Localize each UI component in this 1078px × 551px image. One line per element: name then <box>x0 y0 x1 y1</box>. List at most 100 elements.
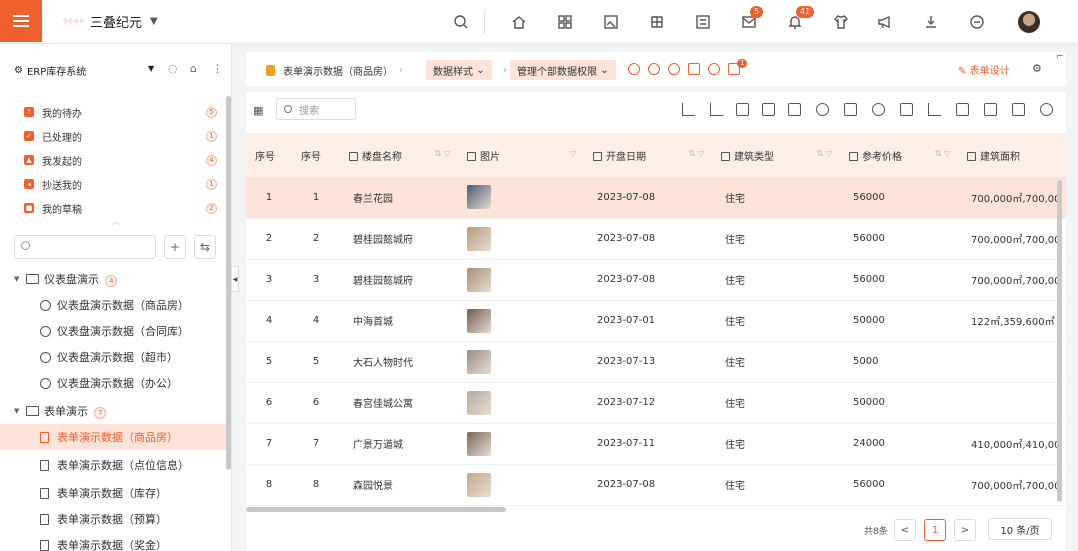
share-icon[interactable] <box>956 103 969 116</box>
sidebar-collapse-button[interactable]: ◀ <box>231 266 239 292</box>
filter-icon[interactable]: ▽ <box>570 149 576 158</box>
system-switcher[interactable]: ⚙ ERP库存系统 ▼ ◌ ⌂ ⋮ <box>0 44 231 96</box>
puzzle-icon[interactable] <box>648 13 666 31</box>
menu-search-input[interactable] <box>14 235 156 259</box>
estate-thumbnail[interactable] <box>467 431 491 456</box>
message-icon[interactable]: 5 <box>740 6 764 31</box>
estate-thumbnail[interactable] <box>467 185 491 210</box>
table-row[interactable]: 5 5 大石人物时代 2023-07-13 住宅 5000 <box>246 341 1066 383</box>
todo-item-processed[interactable]: ✓ 已处理的 1 <box>0 124 231 148</box>
column-header[interactable]: 开盘日期 ⇅ ▽ <box>584 133 712 177</box>
tree-item[interactable]: 表单演示数据（点位信息） <box>0 452 226 478</box>
chart-icon[interactable] <box>688 63 700 75</box>
sort-filter-icon[interactable]: ⇅ ▽ <box>817 149 832 158</box>
table-row[interactable]: 8 8 森园悦景 2023-07-08 住宅 56000 700,000㎡,700,00 <box>246 464 1066 506</box>
filter-icon[interactable] <box>682 103 695 116</box>
estate-thumbnail[interactable] <box>467 226 491 251</box>
tree-item-active[interactable]: 表单演示数据（商品房） <box>0 424 226 450</box>
estate-thumbnail[interactable] <box>467 472 491 497</box>
column-header[interactable]: 序号 <box>246 133 292 177</box>
user-avatar[interactable] <box>1018 11 1040 33</box>
estate-thumbnail[interactable] <box>467 308 491 333</box>
todo-item-cc[interactable]: ◂ 抄送我的 1 <box>0 172 231 196</box>
column-header[interactable]: 图片 ▽ <box>458 133 584 177</box>
table-search-input[interactable]: 搜索 <box>276 98 356 120</box>
app-switcher[interactable]: ◦◦◦◦ 三叠纪元 ▼ <box>62 12 158 31</box>
image-icon[interactable] <box>602 13 620 31</box>
table-row[interactable]: 2 2 碧桂园懿城府 2023-07-08 住宅 56000 700,000㎡,700,00 <box>246 218 1066 260</box>
search-icon[interactable] <box>452 13 470 31</box>
column-header[interactable]: 建筑类型 ⇅ ▽ <box>712 133 840 177</box>
grid-icon[interactable]: ▦ <box>253 104 263 117</box>
print-icon[interactable] <box>984 103 997 116</box>
menu-toggle-button[interactable] <box>0 0 42 42</box>
tree-item[interactable]: 仪表盘演示数据（商品房） <box>0 292 226 318</box>
shirt-icon[interactable] <box>832 13 850 31</box>
line-chart-icon[interactable] <box>928 103 941 116</box>
collapse-up-icon[interactable]: ︿ <box>112 216 120 227</box>
corner-pin-icon[interactable]: ⌐ <box>1056 52 1064 62</box>
table-vertical-scrollbar[interactable] <box>1057 180 1062 502</box>
home-icon[interactable]: ⌂ <box>190 62 197 75</box>
table-horizontal-scrollbar[interactable] <box>246 507 506 512</box>
tree-item[interactable]: 表单演示数据（预算） <box>0 506 226 532</box>
permission-dropdown[interactable]: 管理个部数据权限 ⌄ <box>510 60 616 80</box>
next-page-button[interactable]: > <box>954 518 976 542</box>
megaphone-icon[interactable] <box>876 13 894 31</box>
table-row[interactable]: 4 4 中海首城 2023-07-01 住宅 50000 122㎡,359,600㎡ <box>246 300 1066 342</box>
refresh-icon[interactable]: ◌ <box>168 62 178 75</box>
list-icon[interactable] <box>736 103 749 116</box>
column-header[interactable]: 参考价格 ⇅ ▽ <box>840 133 958 177</box>
table-row[interactable]: 1 1 春兰花园 2023-07-08 住宅 56000 700,000㎡,700,00 <box>246 177 1066 219</box>
target-icon[interactable] <box>628 63 640 75</box>
sort-icon[interactable] <box>710 103 723 116</box>
table-row[interactable]: 6 6 春宫佳城公寓 2023-07-12 住宅 50000 <box>246 382 1066 424</box>
delete-icon[interactable] <box>844 103 857 116</box>
table-row[interactable]: 3 3 碧桂园懿城府 2023-07-08 住宅 56000 700,000㎡,700,00 <box>246 259 1066 301</box>
list-icon[interactable] <box>694 13 712 31</box>
estate-thumbnail[interactable] <box>467 390 491 415</box>
save-icon[interactable] <box>762 103 775 116</box>
tree-item[interactable]: 表单演示数据（库存） <box>0 480 226 506</box>
view-dropdown[interactable]: 数据样式 ⌄ <box>426 60 492 80</box>
bell-icon[interactable]: 41 <box>786 6 815 31</box>
tree-item[interactable]: 仪表盘演示数据（合同库） <box>0 318 226 344</box>
apps-icon[interactable] <box>556 13 574 31</box>
settings-icon[interactable]: ⚙ <box>1032 62 1042 75</box>
sort-filter-icon[interactable]: ⇅ ▽ <box>435 149 450 158</box>
export-icon[interactable] <box>788 103 801 116</box>
page-1-button[interactable]: 1 <box>924 518 946 542</box>
tree-folder-dashboard[interactable]: ▼ 仪表盘演示 4 <box>0 266 226 292</box>
breadcrumb-page[interactable]: 表单演示数据（商品房） › <box>266 60 409 80</box>
estate-thumbnail[interactable] <box>467 267 491 292</box>
estate-thumbnail[interactable] <box>467 349 491 374</box>
history-icon[interactable] <box>816 103 829 116</box>
play-icon[interactable] <box>668 63 680 75</box>
sort-filter-icon[interactable]: ⇅ ▽ <box>689 149 704 158</box>
alert-icon[interactable]: 1 <box>728 59 748 75</box>
tree-folder-forms[interactable]: ▼ 表单演示 7 <box>0 398 226 424</box>
swap-button[interactable]: ⇆ <box>194 235 216 259</box>
tree-item[interactable]: 表单演示数据（奖金） <box>0 532 226 551</box>
page-size-select[interactable]: 10 条/页 <box>988 518 1052 540</box>
fullscreen-icon[interactable] <box>968 13 986 31</box>
refresh-icon[interactable] <box>648 63 660 75</box>
form-design-button[interactable]: ✎ 表单设计 <box>958 62 1010 77</box>
column-header[interactable]: 楼盘名称 ⇅ ▽ <box>340 133 458 177</box>
clock-icon[interactable] <box>708 63 720 75</box>
add-button[interactable]: + <box>164 235 186 259</box>
todo-item-pending[interactable]: ! 我的待办 5 <box>0 100 231 124</box>
pen-icon[interactable] <box>1012 103 1025 116</box>
home-icon[interactable] <box>510 13 528 31</box>
eye-icon[interactable] <box>872 103 885 116</box>
settings-icon[interactable] <box>1040 103 1053 116</box>
download-icon[interactable] <box>922 13 940 31</box>
todo-item-initiated[interactable]: ▲ 我发起的 4 <box>0 148 231 172</box>
table-row[interactable]: 7 7 广景万道城 2023-07-11 住宅 24000 410,000㎡,410,00 <box>246 423 1066 465</box>
column-header[interactable]: 序号 <box>292 133 340 177</box>
prev-page-button[interactable]: < <box>894 518 916 542</box>
sort-filter-icon[interactable]: ⇅ ▽ <box>935 149 950 158</box>
tree-item[interactable]: 仪表盘演示数据（超市） <box>0 344 226 370</box>
import-icon[interactable] <box>900 103 913 116</box>
tree-item[interactable]: 仪表盘演示数据（办公） <box>0 370 226 396</box>
